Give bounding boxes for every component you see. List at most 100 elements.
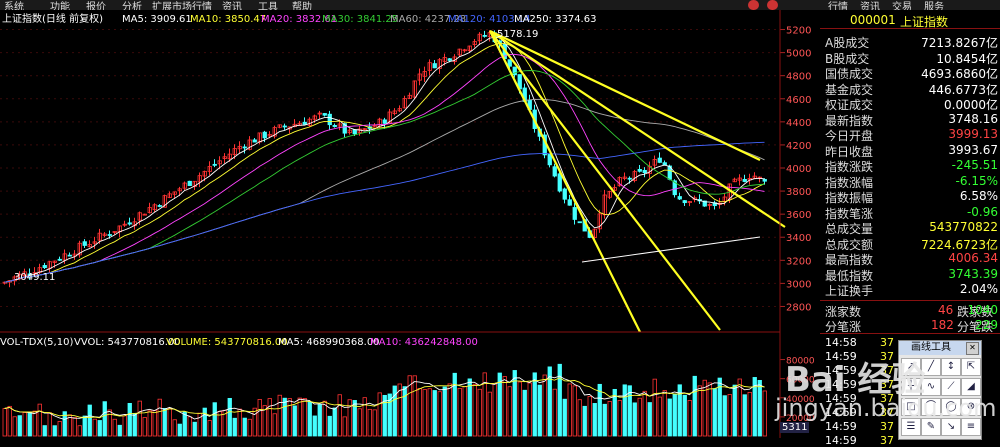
volume-bar bbox=[27, 411, 32, 437]
stat-label: 指数笔涨 bbox=[825, 206, 874, 221]
volume-bar bbox=[302, 398, 307, 437]
stat-value: 446.6773亿 bbox=[928, 82, 998, 97]
candle-body bbox=[432, 63, 437, 69]
fall-count-value: 1040 bbox=[967, 303, 998, 317]
stat-label: 指数涨幅 bbox=[825, 175, 874, 190]
volume-bar bbox=[682, 394, 687, 437]
candle-body bbox=[657, 157, 662, 163]
tab-trade[interactable]: 交易 bbox=[892, 0, 912, 10]
volume-bar bbox=[727, 394, 732, 437]
volume-bar bbox=[537, 384, 542, 437]
menu-news[interactable]: 资讯 bbox=[222, 0, 242, 10]
menu-system[interactable]: 系统 bbox=[4, 0, 24, 10]
volume-bar bbox=[622, 384, 627, 437]
vol-indicator-name: VOL-TDX(5,10) bbox=[0, 337, 73, 348]
volume-bar bbox=[287, 398, 292, 437]
volume-bar bbox=[607, 401, 612, 437]
menu-quote[interactable]: 报价 bbox=[86, 0, 106, 10]
stat-value: 3748.16 bbox=[948, 111, 998, 126]
tick-time: 14:59 bbox=[825, 434, 857, 447]
volume-bar bbox=[192, 421, 197, 437]
stat-value: 543770822 bbox=[929, 220, 998, 234]
tab-service[interactable]: 服务 bbox=[924, 0, 944, 10]
volume-bar bbox=[532, 372, 537, 437]
candle-body bbox=[482, 34, 487, 37]
stat-label: A股成交 bbox=[825, 36, 870, 50]
price-axis: 2800 3000 3200 3400 3600 3800 4000 4200 4400 4600… bbox=[780, 26, 811, 313]
watermark-url: jingyan.baidu.com bbox=[775, 394, 997, 422]
menu-tools[interactable]: 工具 bbox=[258, 0, 278, 10]
price-grid bbox=[0, 29, 780, 307]
candles bbox=[2, 30, 767, 288]
volume-bar bbox=[747, 391, 752, 437]
volume-bar bbox=[57, 421, 62, 437]
volume-bar bbox=[322, 400, 327, 437]
menu-analysis[interactable]: 分析 bbox=[122, 0, 142, 10]
volume-bar bbox=[147, 410, 152, 437]
tab-quote[interactable]: 行情 bbox=[828, 0, 848, 10]
trend-line[interactable] bbox=[581, 236, 761, 263]
menu-help[interactable]: 帮助 bbox=[292, 0, 312, 10]
volume-bar bbox=[7, 405, 12, 437]
baidu-watermark: Bai 经验 jingyan.baidu.com bbox=[775, 350, 996, 430]
volume-bar bbox=[92, 418, 97, 437]
volume-bar bbox=[17, 415, 22, 437]
volume-bar bbox=[502, 376, 507, 437]
window-button-1[interactable] bbox=[748, 0, 759, 10]
volume-bar bbox=[227, 397, 232, 437]
volume-bar bbox=[72, 417, 77, 437]
stat-value: -6.15% bbox=[955, 173, 998, 188]
volume-bar bbox=[132, 413, 137, 437]
ma-line bbox=[4, 36, 765, 283]
stat-label: 指数涨跌 bbox=[825, 160, 874, 174]
price-tick-label: 5000 bbox=[786, 49, 811, 60]
candle-body bbox=[552, 166, 557, 177]
index-name: 上证指数 bbox=[900, 15, 949, 29]
tick-time: 14:58 bbox=[825, 336, 857, 349]
volume-bar bbox=[492, 383, 497, 437]
ma-line bbox=[4, 70, 765, 283]
candle-body bbox=[742, 178, 747, 182]
stat-value: 10.8454亿 bbox=[936, 51, 998, 66]
volume-bar bbox=[232, 417, 237, 437]
stat-label: 最低指数 bbox=[825, 268, 874, 283]
volume-bar bbox=[442, 386, 447, 437]
kline-chart[interactable]: 上证指数(日线 前复权) MA5: 3909.61 MA10: 3850.47 … bbox=[0, 10, 820, 438]
volume-bar bbox=[157, 398, 162, 437]
volume-bar bbox=[267, 398, 272, 437]
volume-bar bbox=[472, 383, 477, 437]
volume-bar bbox=[457, 388, 462, 437]
vol-ma10-legend: MA10: 436242848.00 bbox=[370, 337, 478, 348]
candle-body bbox=[302, 121, 307, 125]
stat-label: B股成交 bbox=[825, 51, 870, 66]
volume-bar bbox=[42, 425, 47, 437]
price-tick-label: 4200 bbox=[786, 141, 811, 152]
volume-bar bbox=[167, 407, 172, 437]
volume-bar bbox=[662, 390, 667, 437]
stat-value: 6.58% bbox=[959, 189, 998, 203]
volume-bar bbox=[257, 399, 262, 437]
volume-bars bbox=[2, 363, 767, 437]
ma-line bbox=[4, 141, 765, 283]
volume-bar bbox=[137, 400, 142, 437]
tick-value: 37 bbox=[880, 434, 894, 447]
tab-news[interactable]: 资讯 bbox=[860, 0, 880, 10]
candle-body bbox=[107, 234, 112, 236]
stat-value: 7224.6723亿 bbox=[921, 237, 998, 252]
candle-body bbox=[572, 207, 577, 220]
window-button-2[interactable] bbox=[767, 0, 778, 10]
volume-bar bbox=[667, 398, 672, 437]
trend-line[interactable] bbox=[489, 30, 761, 161]
menu-function[interactable]: 功能 bbox=[50, 0, 70, 10]
volume-bar bbox=[297, 397, 302, 437]
menu-extended-market[interactable]: 扩展市场行情 bbox=[152, 0, 212, 10]
volume-bar bbox=[207, 420, 212, 437]
volume-bar bbox=[2, 408, 7, 437]
candle-body bbox=[57, 258, 62, 261]
volume-bar bbox=[527, 382, 532, 437]
volume-bar bbox=[642, 390, 647, 437]
rise-count-value: 46 bbox=[938, 303, 954, 317]
tick-up-value: 182 bbox=[931, 318, 954, 332]
volume-bar bbox=[292, 405, 297, 437]
stat-label: 基金成交 bbox=[825, 82, 874, 97]
